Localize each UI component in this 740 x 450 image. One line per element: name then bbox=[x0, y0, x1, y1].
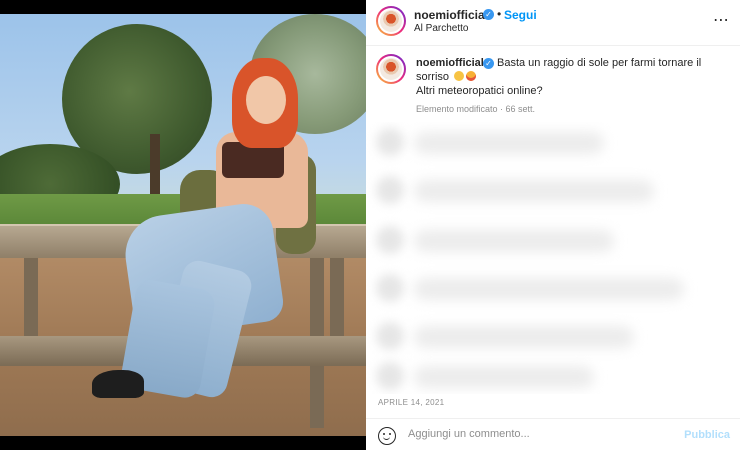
grinning-face-emoji-icon bbox=[466, 71, 477, 81]
verified-badge-icon: ✓ bbox=[483, 58, 494, 69]
verified-badge-icon: ✓ bbox=[483, 9, 494, 20]
blurred-comment bbox=[414, 366, 594, 388]
location-link[interactable]: Al Parchetto bbox=[414, 23, 468, 34]
post-date[interactable]: APRILE 14, 2021 bbox=[378, 398, 444, 407]
more-options-icon[interactable]: ⋯ bbox=[713, 10, 730, 30]
blurred-comment bbox=[414, 230, 614, 252]
blurred-comments bbox=[366, 122, 740, 394]
avatar[interactable] bbox=[376, 6, 406, 36]
publish-button[interactable]: Pubblica bbox=[684, 429, 730, 441]
blurred-avatar bbox=[376, 176, 404, 204]
photo-table-leg bbox=[24, 258, 38, 338]
caption-text-line3: Altri meteoropatici online? bbox=[416, 85, 543, 97]
blurred-avatar bbox=[376, 226, 404, 254]
post-caption: noemiofficial ✓ Basta un raggio di sole … bbox=[366, 46, 740, 122]
photo-table-leg bbox=[330, 258, 344, 338]
comment-input[interactable] bbox=[408, 428, 668, 440]
follow-button[interactable]: Segui bbox=[504, 8, 537, 22]
blurred-avatar bbox=[376, 322, 404, 350]
edited-timestamp: Elemento modificato · 66 sett. bbox=[416, 104, 536, 114]
avatar[interactable] bbox=[376, 54, 406, 84]
smile-mouth bbox=[383, 436, 390, 440]
blurred-avatar bbox=[376, 128, 404, 156]
blurred-comment bbox=[414, 180, 654, 202]
blurred-avatar bbox=[376, 362, 404, 390]
photo-shoe bbox=[92, 370, 144, 398]
username-link[interactable]: noemiofficial bbox=[414, 8, 488, 22]
post-header: noemiofficial ✓ • Segui Al Parchetto ⋯ bbox=[366, 0, 740, 46]
blurred-comment bbox=[414, 132, 604, 154]
photo-person-face bbox=[246, 76, 286, 124]
blurred-avatar bbox=[376, 274, 404, 302]
emoji-picker-icon[interactable] bbox=[378, 427, 396, 445]
blurred-comment bbox=[414, 278, 684, 300]
smiling-face-emoji-icon bbox=[454, 71, 465, 81]
separator-dot: • bbox=[497, 7, 502, 21]
avatar-image bbox=[380, 10, 402, 32]
post-sidebar: noemiofficial ✓ • Segui Al Parchetto ⋯ n… bbox=[366, 0, 740, 450]
comment-bar: Pubblica bbox=[366, 418, 740, 450]
caption-text: Basta un raggio di sole per farmi tornar… bbox=[497, 57, 702, 69]
caption-username-link[interactable]: noemiofficial bbox=[416, 57, 484, 69]
blurred-comment bbox=[414, 326, 634, 348]
caption-text-line2: sorriso bbox=[416, 71, 477, 83]
caption-text-word: sorriso bbox=[416, 71, 450, 83]
avatar-image bbox=[380, 58, 402, 80]
post-media[interactable] bbox=[0, 0, 366, 450]
post-photo[interactable] bbox=[0, 14, 366, 436]
